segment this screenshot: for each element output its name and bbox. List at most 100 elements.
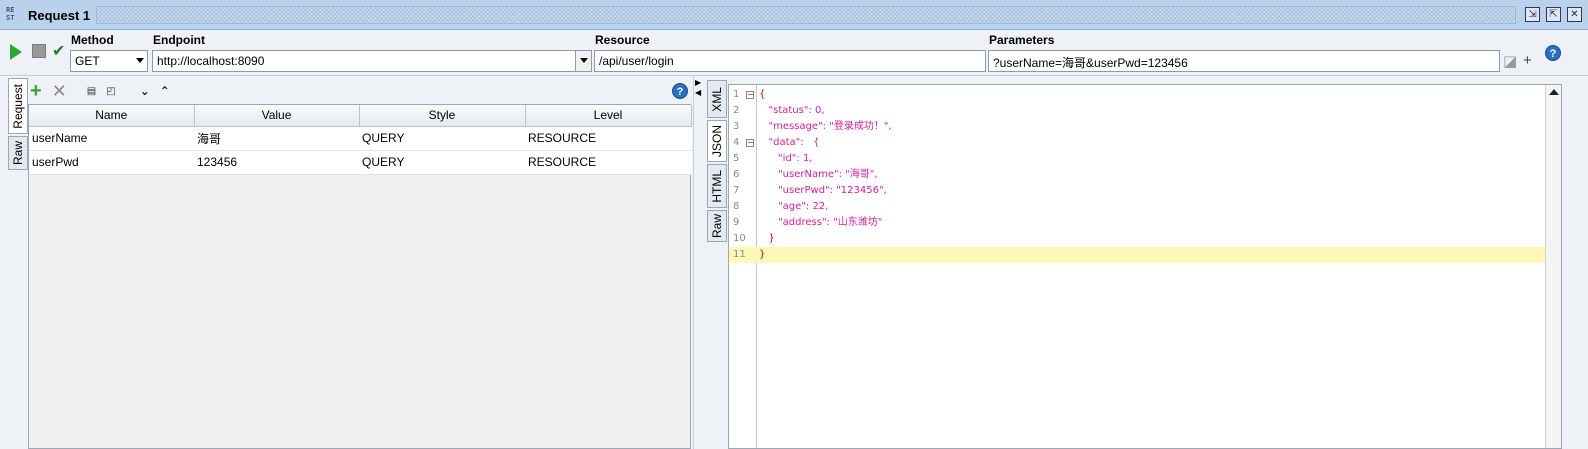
chevron-down-icon	[136, 58, 144, 63]
code-line: 2 "status": 0,	[729, 103, 1546, 119]
code-text: "status": 0,	[759, 105, 825, 116]
tab-xml-label: XML	[710, 86, 724, 112]
param-style-cell[interactable]: QUERY	[359, 150, 525, 175]
method-value: GET	[75, 54, 100, 68]
parameters-label: Parameters	[989, 33, 1055, 47]
param-level-cell[interactable]: RESOURCE	[525, 126, 691, 151]
window-title: Request 1	[28, 8, 91, 23]
code-text: "message": "登录成功！",	[759, 121, 892, 132]
endpoint-label: Endpoint	[153, 33, 205, 47]
fold-toggle-icon[interactable]: −	[746, 91, 754, 99]
code-line: 10 }	[729, 231, 1546, 247]
tab-html[interactable]: HTML	[707, 164, 727, 208]
params-table: Name Value Style Level userName 海哥 QUERY…	[29, 105, 692, 175]
tab-raw-response[interactable]: Raw	[707, 210, 727, 242]
param-name-cell[interactable]: userName	[29, 126, 194, 151]
line-number: 11	[733, 249, 746, 260]
code-line: 9 "address": "山东潍坊"	[729, 215, 1546, 231]
url-params-icon[interactable]: ▤	[87, 86, 96, 97]
code-text: "age": 22,	[759, 201, 829, 212]
wrap-icon[interactable]: ◪	[1503, 52, 1517, 70]
line-number: 6	[733, 169, 740, 180]
method-label: Method	[71, 33, 114, 47]
params-help-icon[interactable]: ?	[672, 83, 688, 99]
code-text: "address": "山东潍坊"	[759, 217, 883, 228]
param-style-cell[interactable]: QUERY	[359, 126, 525, 151]
param-name-cell[interactable]: userPwd	[29, 150, 194, 175]
parameters-input[interactable]: ?userName=海哥&userPwd=123456	[988, 50, 1500, 72]
line-number: 1	[733, 89, 740, 100]
line-number: 2	[733, 105, 740, 116]
remove-param-button[interactable]: ✕	[52, 82, 67, 100]
tab-raw[interactable]: Raw	[8, 136, 28, 170]
add-assertion-icon[interactable]: ✔	[52, 41, 65, 61]
clear-params-icon[interactable]: ◰	[106, 86, 115, 97]
line-number: 9	[733, 217, 740, 228]
restore-icon[interactable]: ⇱	[1546, 7, 1561, 22]
code-line: 1−{	[729, 87, 1546, 103]
tab-raw-response-label: Raw	[710, 213, 724, 238]
line-number: 10	[733, 233, 746, 244]
param-value-cell[interactable]: 123456	[194, 150, 359, 175]
endpoint-value: http://localhost:8090	[157, 54, 265, 68]
code-text: "id": 1,	[759, 153, 813, 164]
chevron-down-icon	[580, 58, 588, 63]
endpoint-dropdown-button[interactable]	[575, 51, 591, 71]
param-value-cell[interactable]: 海哥	[194, 126, 359, 151]
rest-icon: RE ST	[6, 6, 15, 22]
tab-xml[interactable]: XML	[707, 80, 727, 118]
params-toolbar: + ✕ ▤ ◰ ⌄ ⌃	[30, 80, 170, 102]
code-line: 6 "userName": "海哥",	[729, 167, 1546, 183]
code-line: 4− "data": {	[729, 135, 1546, 151]
add-param-button[interactable]: +	[30, 81, 42, 101]
code-line: 3 "message": "登录成功！",	[729, 119, 1546, 135]
code-text: {	[759, 89, 766, 100]
tab-raw-label: Raw	[11, 140, 25, 165]
collapse-left-icon[interactable]: ◀	[695, 88, 701, 97]
collapse-right-icon[interactable]: ▶	[695, 78, 701, 87]
tab-json[interactable]: JSON	[707, 120, 727, 162]
move-up-icon[interactable]: ⌃	[160, 84, 170, 98]
submit-request-button[interactable]	[10, 44, 22, 60]
tab-request-label: Request	[11, 83, 25, 129]
code-text: }	[759, 249, 766, 260]
params-table-container: Name Value Style Level userName 海哥 QUERY…	[28, 104, 692, 449]
close-icon[interactable]: ✕	[1567, 7, 1582, 22]
param-level-cell[interactable]: RESOURCE	[525, 150, 691, 175]
column-header-value[interactable]: Value	[194, 105, 360, 127]
resource-label: Resource	[595, 33, 650, 47]
panel-splitter[interactable]: ▶ ◀	[693, 76, 703, 449]
code-line: 5 "id": 1,	[729, 151, 1546, 167]
code-line: 7 "userPwd": "123456",	[729, 183, 1546, 199]
method-select[interactable]: GET	[70, 50, 148, 72]
resource-input[interactable]: /api/user/login	[594, 50, 986, 72]
code-text: "data": {	[759, 137, 820, 148]
help-icon[interactable]: ?	[1545, 45, 1561, 61]
title-bar-hatch	[96, 6, 1516, 24]
column-header-name[interactable]: Name	[29, 105, 195, 127]
line-number: 3	[733, 121, 740, 132]
add-param-icon[interactable]: +	[1523, 52, 1532, 69]
json-response-viewer[interactable]: 1−{2 "status": 0, 3 "message": "登录成功！", 4−…	[728, 84, 1562, 449]
code-text: }	[759, 233, 775, 244]
scroll-up-icon[interactable]	[1549, 89, 1559, 95]
tab-json-label: JSON	[710, 124, 724, 157]
code-text: "userName": "海哥",	[759, 169, 878, 180]
cancel-request-button[interactable]	[32, 44, 46, 58]
table-row[interactable]: userPwd 123456 QUERY RESOURCE	[29, 150, 691, 175]
code-text: "userPwd": "123456",	[759, 185, 887, 196]
column-header-style[interactable]: Style	[359, 105, 526, 127]
vertical-scrollbar[interactable]	[1545, 85, 1561, 448]
request-toolbar: ✔ Method GET Endpoint http://localhost:8…	[0, 30, 1588, 76]
tab-request[interactable]: Request	[8, 78, 28, 134]
move-down-icon[interactable]: ⌄	[140, 84, 150, 98]
detach-icon[interactable]: ⇲	[1525, 7, 1540, 22]
code-line: 8 "age": 22,	[729, 199, 1546, 215]
endpoint-input[interactable]: http://localhost:8090	[152, 50, 592, 72]
column-header-level[interactable]: Level	[525, 105, 692, 127]
window-controls: ⇲ ⇱ ✕	[1525, 7, 1582, 22]
table-row[interactable]: userName 海哥 QUERY RESOURCE	[29, 126, 691, 151]
fold-toggle-icon[interactable]: −	[746, 139, 754, 147]
params-table-header: Name Value Style Level	[29, 105, 692, 127]
line-number: 7	[733, 185, 740, 196]
